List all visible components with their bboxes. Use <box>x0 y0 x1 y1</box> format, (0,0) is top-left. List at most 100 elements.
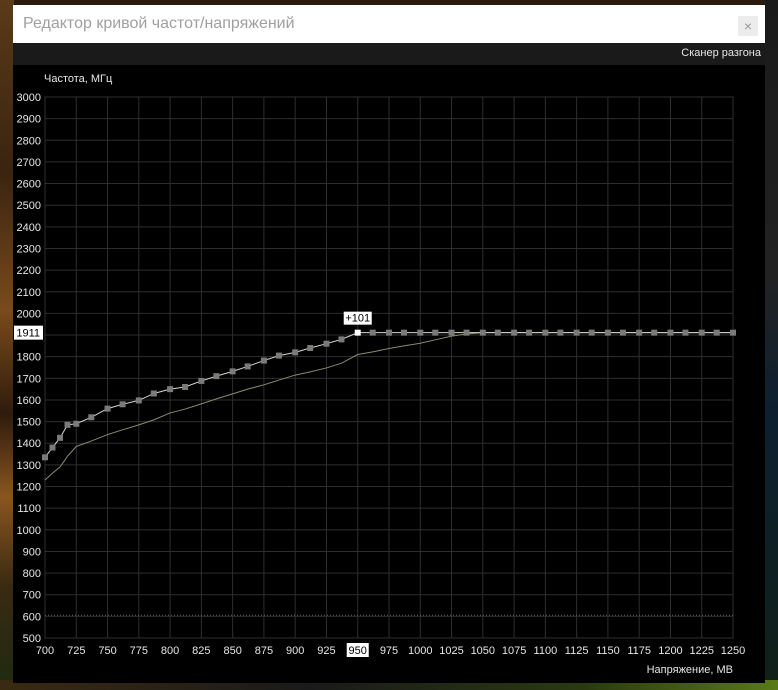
curve-point[interactable] <box>88 414 95 421</box>
toolbar: Сканер разгона <box>13 43 765 65</box>
x-marker-label: 950 <box>349 645 367 657</box>
curve-point[interactable] <box>42 454 48 461</box>
close-icon: × <box>743 18 753 34</box>
x-tick-label: 750 <box>98 645 116 657</box>
curve-point[interactable] <box>64 421 71 428</box>
curve-point[interactable] <box>494 329 501 336</box>
curve-point[interactable] <box>713 329 720 336</box>
curve-point[interactable] <box>526 329 533 336</box>
curve-point[interactable] <box>511 329 518 336</box>
x-tick-label: 925 <box>317 645 335 657</box>
curve-point[interactable] <box>135 397 142 404</box>
x-tick-label: 800 <box>161 645 179 657</box>
x-tick-label: 975 <box>380 645 398 657</box>
x-tick-label: 1150 <box>596 645 620 657</box>
curve-point[interactable] <box>49 444 56 451</box>
curve-point[interactable] <box>479 329 486 336</box>
curve-point[interactable] <box>619 329 626 336</box>
x-tick-label: 700 <box>36 645 54 657</box>
curve-point[interactable] <box>667 329 674 336</box>
x-tick-label: 1175 <box>627 645 651 657</box>
curve-point[interactable] <box>417 329 424 336</box>
curve-point[interactable] <box>198 377 205 384</box>
y-tick-label: 1600 <box>17 395 41 407</box>
curve-point[interactable] <box>604 329 611 336</box>
y-tick-label: 1700 <box>17 373 41 385</box>
curve-editor-window: Редактор кривой частот/напряжений × Скан… <box>13 5 765 683</box>
y-tick-label: 500 <box>23 633 41 645</box>
y-tick-label: 1300 <box>17 460 41 472</box>
y-tick-label: 2300 <box>17 243 41 255</box>
x-tick-label: 1000 <box>408 645 432 657</box>
curve-point[interactable] <box>104 405 111 412</box>
y-tick-label: 2500 <box>17 200 41 212</box>
curve-point[interactable] <box>307 345 314 352</box>
x-tick-label: 1025 <box>439 645 463 657</box>
x-tick-label: 1250 <box>721 645 745 657</box>
y-tick-label: 900 <box>23 546 41 558</box>
curve-point[interactable] <box>698 329 705 336</box>
x-tick-label: 1200 <box>658 645 682 657</box>
x-tick-label: 900 <box>286 645 304 657</box>
window-title: Редактор кривой частот/напряжений <box>23 15 295 32</box>
y-tick-label: 1800 <box>17 352 41 364</box>
y-tick-label: 2600 <box>17 179 41 191</box>
curve-point[interactable] <box>557 329 564 336</box>
curve-point[interactable] <box>386 329 392 336</box>
y-tick-label: 1000 <box>17 525 41 537</box>
y-tick-label: 3000 <box>17 92 41 104</box>
curve-point[interactable] <box>588 329 595 336</box>
curve-point[interactable] <box>260 357 267 364</box>
curve-point[interactable] <box>244 363 251 370</box>
curve-point[interactable] <box>182 383 189 390</box>
selected-curve-point[interactable] <box>354 329 361 336</box>
offset-label: +101 <box>345 313 370 325</box>
curve-point[interactable] <box>292 349 299 356</box>
background-left <box>0 0 14 690</box>
curve-point[interactable] <box>73 420 80 427</box>
curve-point[interactable] <box>651 329 658 336</box>
curve-point[interactable] <box>542 329 549 336</box>
x-tick-label: 1125 <box>565 645 589 657</box>
y-tick-label: 700 <box>23 590 41 602</box>
y-tick-label: 1200 <box>17 482 41 494</box>
curve-point[interactable] <box>448 329 455 336</box>
curve-point[interactable] <box>338 336 345 343</box>
curve-point[interactable] <box>369 329 376 336</box>
curve-point[interactable] <box>682 329 689 336</box>
curve-point[interactable] <box>57 434 64 441</box>
x-tick-label: 850 <box>223 645 241 657</box>
curve-point[interactable] <box>167 386 174 393</box>
curve-point[interactable] <box>401 329 408 336</box>
x-tick-label: 1225 <box>689 645 713 657</box>
curve-point[interactable] <box>463 329 470 336</box>
curve-point[interactable] <box>730 329 736 336</box>
curve-point[interactable] <box>213 373 220 380</box>
x-tick-label: 1100 <box>534 645 558 657</box>
curve-point[interactable] <box>150 390 157 397</box>
curve-point[interactable] <box>636 329 643 336</box>
curve-point[interactable] <box>119 401 126 408</box>
y-tick-label: 2400 <box>17 222 41 234</box>
x-tick-label: 875 <box>255 645 273 657</box>
curve-point[interactable] <box>432 329 439 336</box>
x-tick-label: 825 <box>192 645 210 657</box>
curve-point[interactable] <box>275 352 282 359</box>
curve-point[interactable] <box>323 340 330 347</box>
x-tick-label: 775 <box>130 645 148 657</box>
title-bar[interactable]: Редактор кривой частот/напряжений × <box>13 5 765 43</box>
x-tick-label: 725 <box>67 645 85 657</box>
y-tick-label: 800 <box>23 568 41 580</box>
curve-point[interactable] <box>229 368 236 375</box>
y-tick-label: 2800 <box>17 135 41 147</box>
y-tick-label: 2200 <box>17 265 41 277</box>
close-button[interactable]: × <box>738 16 758 36</box>
curve-point[interactable] <box>573 329 580 336</box>
y-tick-label: 600 <box>23 611 41 623</box>
vf-curve-chart[interactable]: 500 600 700 800 900 1000 1100 1200 1300 1400 1500 1… <box>13 65 765 683</box>
oc-scanner-button[interactable]: Сканер разгона <box>681 47 761 59</box>
y-tick-label: 2000 <box>17 308 41 320</box>
x-tick-label: 1075 <box>502 645 526 657</box>
x-tick-label: 1050 <box>471 645 495 657</box>
y-tick-label: 2700 <box>17 157 41 169</box>
